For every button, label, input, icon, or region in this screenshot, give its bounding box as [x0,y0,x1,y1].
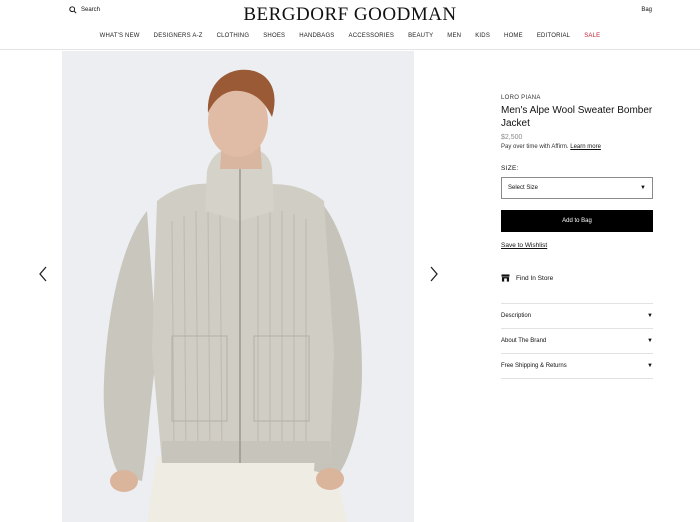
gallery-next-button[interactable] [427,263,441,285]
nav-item-sale[interactable]: SALE [584,33,600,39]
product-title: Men's Alpe Wool Sweater Bomber Jacket [501,105,653,129]
store-icon [501,274,510,282]
save-to-wishlist-link[interactable]: Save to Wishlist [501,242,547,249]
caret-down-icon: ▼ [640,185,646,191]
accordion-label: Description [501,313,532,319]
site-header: Search BERGDORF GOODMAN Bag WHAT'S NEW D… [0,0,700,50]
size-select-value: Select Size [508,185,539,191]
chevron-left-icon [39,266,47,282]
product-accordion: Description ▼ About The Brand ▼ Free Shi… [501,303,653,379]
nav-item-whats-new[interactable]: WHAT'S NEW [100,33,140,39]
main-nav: WHAT'S NEW DESIGNERS A-Z CLOTHING SHOES … [0,33,700,39]
nav-item-accessories[interactable]: ACCESSORIES [349,33,395,39]
nav-item-clothing[interactable]: CLOTHING [217,33,250,39]
product-panel: LORO PIANA Men's Alpe Wool Sweater Bombe… [501,95,653,379]
nav-item-beauty[interactable]: BEAUTY [408,33,433,39]
find-in-store-button[interactable]: Find In Store [501,274,653,282]
accordion-description[interactable]: Description ▼ [501,304,653,329]
nav-item-handbags[interactable]: HANDBAGS [299,33,334,39]
nav-item-designers[interactable]: DESIGNERS A-Z [154,33,203,39]
caret-down-icon: ▼ [647,313,653,319]
nav-item-editorial[interactable]: EDITORIAL [537,33,570,39]
bag-link[interactable]: Bag [641,7,652,13]
chevron-right-icon [430,266,438,282]
nav-item-men[interactable]: MEN [447,33,461,39]
accordion-shipping-returns[interactable]: Free Shipping & Returns ▼ [501,354,653,379]
nav-item-kids[interactable]: KIDS [475,33,490,39]
accordion-label: About The Brand [501,338,547,344]
gallery-prev-button[interactable] [36,263,50,285]
add-to-bag-button[interactable]: Add to Bag [501,210,653,232]
caret-down-icon: ▼ [647,363,653,369]
accordion-about-brand[interactable]: About The Brand ▼ [501,329,653,354]
size-select[interactable]: Select Size ▼ [501,177,653,199]
affirm-text: Pay over time with Affirm. [501,144,569,150]
size-label: SIZE: [501,165,519,172]
site-logo[interactable]: BERGDORF GOODMAN [0,4,700,26]
nav-item-home[interactable]: HOME [504,33,523,39]
product-price: $2,500 [501,134,523,141]
product-image[interactable] [62,51,414,522]
product-brand[interactable]: LORO PIANA [501,95,653,101]
caret-down-icon: ▼ [647,338,653,344]
find-in-store-label: Find In Store [516,274,554,282]
accordion-label: Free Shipping & Returns [501,363,567,369]
affirm-learn-more-link[interactable]: Learn more [570,144,601,150]
nav-item-shoes[interactable]: SHOES [263,33,285,39]
affirm-message: Pay over time with Affirm. Learn more [501,144,653,150]
product-photo [62,51,414,522]
